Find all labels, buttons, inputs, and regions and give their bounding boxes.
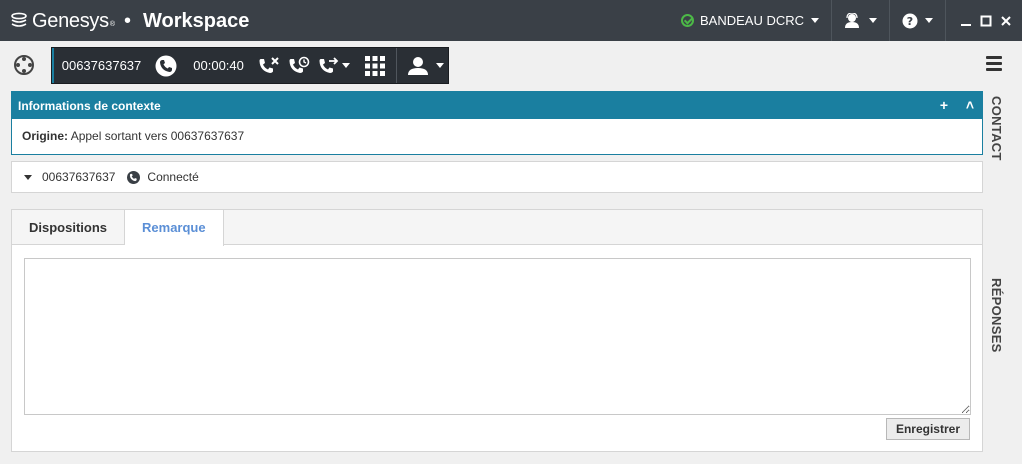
brand-name: Genesys: [32, 9, 109, 32]
agent-headset-icon: [845, 12, 859, 28]
context-info-title: Informations de contexte: [18, 98, 161, 113]
consult-agent-button[interactable]: [408, 48, 444, 83]
minimize-button[interactable]: [958, 13, 974, 29]
brand-trademark: ®: [109, 20, 115, 28]
interaction-row[interactable]: 00637637637 Connecté: [11, 161, 983, 193]
title-bar: Genesys ® • Workspace BANDEAU DCRC ?: [0, 0, 1022, 41]
tab-dispositions[interactable]: Dispositions: [12, 210, 126, 245]
tab-bar: Dispositions Remarque: [12, 210, 982, 246]
chevron-down-icon: [811, 18, 819, 23]
help-menu-button[interactable]: ?: [889, 0, 945, 41]
context-info-body: Origine: Appel sortant vers 00637637637: [12, 119, 982, 143]
keypad-icon: [364, 55, 385, 76]
consult-agent-icon: [408, 56, 428, 75]
chevron-down-icon: [341, 63, 350, 68]
context-info-header: Informations de contexte + ˄: [12, 92, 982, 119]
side-tab-contact[interactable]: CONTACT: [989, 96, 1004, 161]
genesys-logo-icon: [11, 12, 27, 27]
hamburger-menu-icon[interactable]: [986, 56, 1002, 72]
connected-phone-icon: [127, 170, 141, 184]
end-call-button[interactable]: [258, 48, 280, 83]
agent-status-label: BANDEAU DCRC: [699, 13, 804, 28]
end-call-icon: [259, 56, 279, 73]
interaction-state: Connecté: [147, 170, 199, 184]
active-call-bar: 00637637637 00:00:40: [51, 47, 449, 84]
ready-status-icon: [680, 14, 694, 27]
help-icon: ?: [902, 13, 918, 28]
add-icon[interactable]: +: [940, 97, 948, 113]
chevron-down-icon: [925, 18, 933, 23]
hold-call-button[interactable]: [288, 48, 310, 83]
interaction-toolbar: 00637637637 00:00:40: [0, 41, 1022, 89]
call-status-button[interactable]: [155, 48, 177, 83]
hold-call-icon: [289, 56, 310, 73]
collapse-icon[interactable]: ˄: [966, 97, 974, 113]
origin-label: Origine:: [22, 129, 69, 143]
title-separator: •: [124, 9, 132, 32]
note-textarea[interactable]: [24, 258, 971, 415]
chevron-down-icon: [436, 63, 444, 68]
minimize-icon: [961, 23, 971, 26]
svg-text:?: ?: [907, 15, 913, 28]
maximize-icon: [980, 15, 992, 26]
transfer-call-icon: [319, 56, 339, 73]
interaction-number: 00637637637: [42, 170, 116, 184]
save-button[interactable]: Enregistrer: [885, 418, 970, 440]
product-name: Workspace: [143, 9, 250, 32]
expand-triangle-icon[interactable]: [24, 174, 32, 180]
origin-value: Appel sortant vers 00637637637: [70, 129, 245, 143]
chevron-down-icon: [869, 18, 877, 23]
keypad-button[interactable]: [364, 48, 386, 83]
callbar-accent: [52, 48, 54, 83]
contact-center-icon[interactable]: [12, 53, 36, 77]
agent-status-dropdown[interactable]: BANDEAU DCRC: [680, 0, 831, 41]
phone-icon: [155, 55, 177, 76]
agent-menu-button[interactable]: [831, 0, 889, 41]
maximize-button[interactable]: [978, 13, 994, 29]
app-logo: Genesys ® • Workspace: [10, 9, 249, 33]
call-number: 00637637637: [61, 58, 142, 73]
transfer-call-button[interactable]: [318, 48, 350, 83]
context-info-panel: Informations de contexte + ˄ Origine: Ap…: [11, 91, 983, 155]
close-icon: [1001, 15, 1011, 26]
side-tab-responses[interactable]: RÉPONSES: [989, 278, 1004, 353]
tab-remarque[interactable]: Remarque: [125, 210, 224, 246]
close-button[interactable]: [998, 13, 1014, 29]
call-duration: 00:00:40: [193, 58, 244, 73]
interaction-tabs-panel: Dispositions Remarque Enregistrer: [11, 209, 983, 452]
